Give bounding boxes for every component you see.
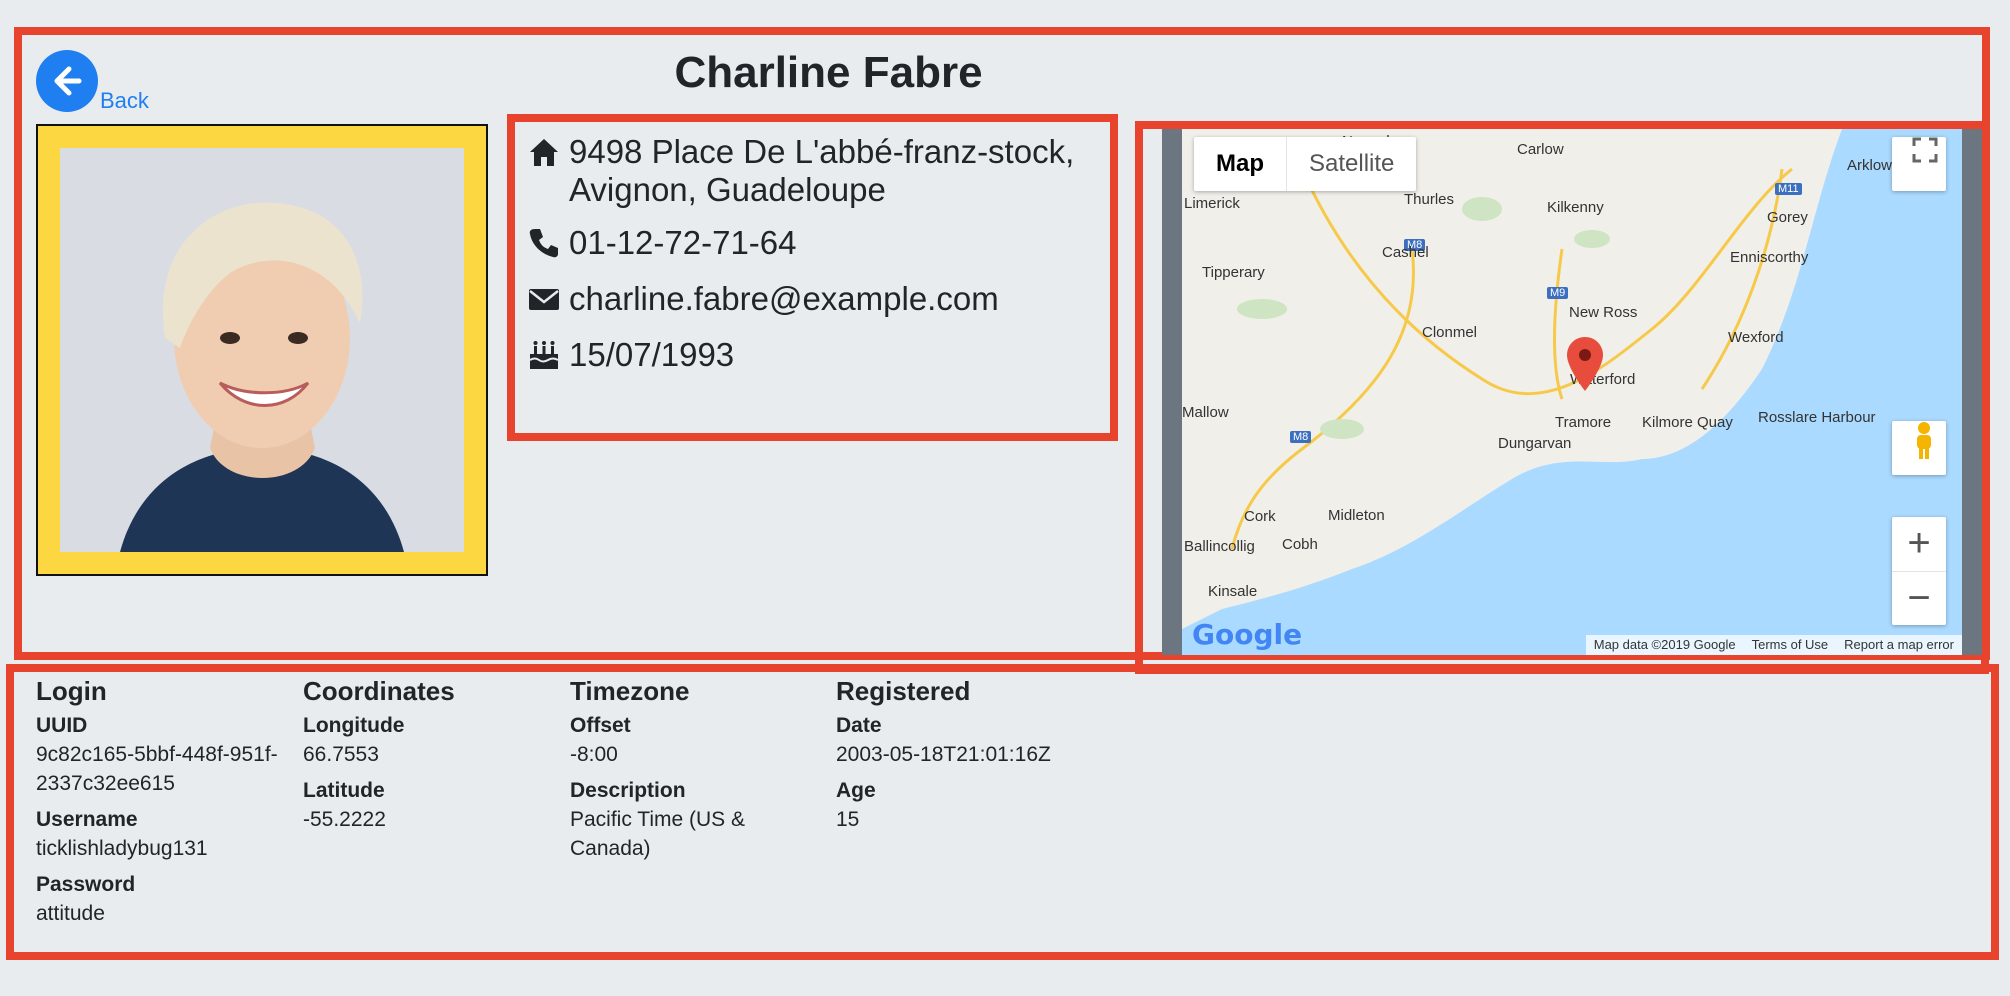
- username-label: Username: [36, 808, 138, 831]
- map-place-label: Arklow: [1847, 157, 1893, 174]
- email-line: charline.fabre@example.com: [527, 280, 999, 318]
- phone-text: 01-12-72-71-64: [569, 224, 797, 261]
- map-place-label: M8: [1290, 431, 1312, 443]
- map-place-label: Cork: [1244, 508, 1276, 525]
- description-label: Description: [570, 779, 686, 802]
- terms-of-use-link[interactable]: Terms of Use: [1744, 635, 1837, 655]
- username-value: ticklishladybug131: [36, 837, 208, 860]
- address-text: 9498 Place De L'abbé-franz-stock, Avigno…: [569, 133, 1075, 208]
- description-value: Pacific Time (US & Canada): [570, 808, 746, 860]
- map-place-label: Limerick: [1184, 195, 1240, 212]
- zoom-in-button[interactable]: +: [1892, 517, 1946, 571]
- timezone-section: Timezone Offset -8:00 Description Pacifi…: [570, 676, 830, 871]
- map-place-label: Wexford: [1728, 329, 1784, 346]
- map-view[interactable]: CarlowNenaghArklowLimerickThurlesKilkenn…: [1162, 129, 1982, 655]
- uuid-label: UUID: [36, 714, 88, 737]
- zoom-out-button[interactable]: −: [1892, 570, 1946, 626]
- coordinates-section: Coordinates Longitude 66.7553 Latitude -…: [303, 676, 563, 842]
- map-place-label: Dungarvan: [1498, 435, 1572, 452]
- fullscreen-icon: [1912, 137, 1938, 163]
- map-place-label: Cobh: [1282, 536, 1318, 553]
- phone-line: 01-12-72-71-64: [527, 224, 797, 262]
- map-data-credit: Map data ©2019 Google: [1593, 637, 1736, 652]
- map-place-label: Tramore: [1555, 414, 1612, 431]
- age-value: 15: [836, 808, 860, 831]
- email-text: charline.fabre@example.com: [569, 280, 999, 317]
- phone-icon: [529, 229, 558, 258]
- map-place-label: Enniscorthy: [1730, 249, 1809, 266]
- map-type-control: Map Satellite: [1194, 137, 1417, 191]
- home-icon: [530, 139, 558, 166]
- birthday-cake-icon: [529, 341, 559, 369]
- google-logo: Google: [1192, 618, 1302, 651]
- map-place-label: Kilkenny: [1547, 199, 1604, 216]
- map-place-label: Ballincollig: [1184, 538, 1255, 555]
- latitude-value: -55.2222: [303, 808, 386, 831]
- zoom-control: + −: [1892, 517, 1946, 625]
- password-label: Password: [36, 873, 136, 896]
- offset-value: -8:00: [570, 743, 618, 766]
- pegman-icon: [1917, 422, 1931, 459]
- map-place-label: Clonmel: [1422, 324, 1478, 341]
- map-place-label: Mallow: [1182, 404, 1229, 421]
- map-place-label: Tipperary: [1202, 264, 1265, 281]
- date-label: Date: [836, 714, 882, 737]
- registered-title: Registered: [836, 676, 971, 706]
- map-place-label: Thurles: [1404, 191, 1455, 208]
- map-place-label: Carlow: [1517, 141, 1564, 158]
- map-type-map-button[interactable]: Map: [1194, 137, 1286, 191]
- longitude-value: 66.7553: [303, 743, 379, 766]
- registered-section: Registered Date 2003-05-18T21:01:16Z Age…: [836, 676, 1096, 842]
- longitude-label: Longitude: [303, 714, 405, 737]
- timezone-title: Timezone: [570, 676, 690, 706]
- login-section: Login UUID 9c82c165-5bbf-448f-951f-2337c…: [36, 676, 296, 936]
- report-map-error-link[interactable]: Report a map error: [1836, 635, 1962, 655]
- address-line: 9498 Place De L'abbé-franz-stock, Avigno…: [527, 133, 1097, 209]
- uuid-value: 9c82c165-5bbf-448f-951f-2337c32ee615: [36, 743, 278, 795]
- coordinates-title: Coordinates: [303, 676, 455, 706]
- login-title: Login: [36, 676, 107, 706]
- birthday-line: 15/07/1993: [527, 336, 734, 374]
- envelope-icon: [529, 289, 559, 310]
- date-value: 2003-05-18T21:01:16Z: [836, 743, 1051, 766]
- map-place-label: New Ross: [1569, 304, 1638, 321]
- map-left-edge: [1162, 129, 1182, 655]
- map-place-label: M9: [1547, 287, 1569, 299]
- map-place-label: Midleton: [1328, 507, 1385, 524]
- google-logo-text: Google: [1192, 618, 1303, 651]
- map-type-satellite-button[interactable]: Satellite: [1286, 137, 1416, 191]
- person-name: Charline Fabre: [674, 48, 983, 97]
- offset-label: Offset: [570, 714, 631, 737]
- map-place-label: Rosslare Harbour: [1758, 409, 1876, 426]
- latitude-label: Latitude: [303, 779, 385, 802]
- map-place-label: M11: [1775, 183, 1802, 195]
- map-footer: Map data ©2019 Google Terms of Use Repor…: [1585, 635, 1962, 655]
- age-label: Age: [836, 779, 876, 802]
- map-right-edge: [1962, 129, 1982, 655]
- street-view-button[interactable]: [1892, 421, 1946, 475]
- map-place-label: Cashel: [1382, 244, 1429, 261]
- birthday-text: 15/07/1993: [569, 336, 735, 373]
- profile-photo-frame: [36, 124, 488, 576]
- password-value: attitude: [36, 902, 105, 925]
- map-place-label: Kinsale: [1208, 583, 1258, 600]
- map-place-label: Gorey: [1767, 209, 1808, 226]
- map-place-label: Kilmore Quay: [1642, 414, 1733, 431]
- profile-photo: [60, 148, 464, 552]
- fullscreen-button[interactable]: [1892, 137, 1946, 191]
